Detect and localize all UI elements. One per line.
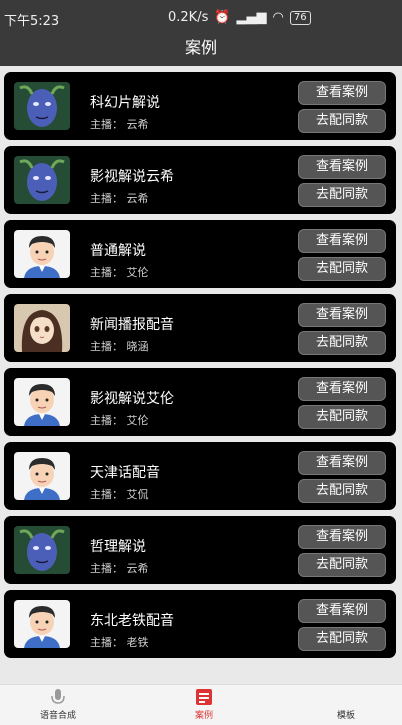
- view-case-button[interactable]: 查看案例: [298, 525, 386, 549]
- case-name: 新闻播报配音: [90, 317, 174, 333]
- tab-cases[interactable]: 案例: [154, 685, 254, 725]
- view-case-button[interactable]: 查看案例: [298, 303, 386, 327]
- view-case-button[interactable]: 查看案例: [298, 377, 386, 401]
- case-card[interactable]: 哲理解说主播： 云希 查看案例去配同款: [4, 516, 396, 584]
- view-case-button[interactable]: 查看案例: [298, 155, 386, 179]
- use-same-button[interactable]: 去配同款: [298, 627, 386, 651]
- case-card[interactable]: 普通解说主播： 艾伦 查看案例去配同款: [4, 220, 396, 288]
- case-icon: [195, 688, 213, 706]
- view-case-button[interactable]: 查看案例: [298, 229, 386, 253]
- avatar: [14, 452, 70, 500]
- wifi-icon: ◠: [272, 10, 284, 25]
- tab-label: 案例: [194, 711, 213, 721]
- view-case-button[interactable]: 查看案例: [298, 451, 386, 475]
- avatar: [14, 304, 70, 352]
- bottom-tab-bar: 语音合成 案例 模板: [0, 684, 402, 725]
- case-host: 主播： 艾伦: [90, 414, 149, 427]
- tab-label: 语音合成: [39, 711, 76, 721]
- avatar: [14, 82, 70, 130]
- tab-template[interactable]: 模板: [296, 685, 396, 725]
- case-card[interactable]: 新闻播报配音 主播： 晓涵 查看案例去配同款: [4, 294, 396, 362]
- case-host: 主播： 老铁: [90, 636, 149, 649]
- case-card[interactable]: 天津话配音主播： 艾侃 查看案例去配同款: [4, 442, 396, 510]
- case-host: 主播： 艾伦: [90, 266, 149, 279]
- case-host: 主播： 云希: [90, 118, 149, 131]
- case-list: 科幻片解说 主播： 云希 查看案例 去配同款 影视解说云希 主播： 云希 查看案例 去配同款普…: [0, 72, 402, 664]
- avatar: [14, 378, 70, 426]
- signal-icon: ▂▄▆: [236, 10, 267, 25]
- alarm-icon: ⏰: [214, 10, 231, 25]
- avatar: [14, 230, 70, 278]
- use-same-button[interactable]: 去配同款: [298, 331, 386, 355]
- view-case-button[interactable]: 查看案例: [298, 81, 386, 105]
- use-same-button[interactable]: 去配同款: [298, 183, 386, 207]
- case-name: 普通解说: [90, 243, 146, 259]
- case-name: 天津话配音: [90, 465, 160, 481]
- case-host: 主播： 艾侃: [90, 488, 149, 501]
- case-card[interactable]: 东北老铁配音 主播： 老铁 查看案例去配同款: [4, 590, 396, 658]
- battery-icon: 76: [289, 10, 311, 25]
- case-host: 主播： 云希: [90, 562, 149, 575]
- view-case-button[interactable]: 查看案例: [298, 599, 386, 623]
- case-host: 主播： 云希: [90, 192, 149, 205]
- tab-voice-synthesis[interactable]: 语音合成: [8, 685, 108, 725]
- case-name: 影视解说云希: [90, 169, 174, 185]
- status-bar: 下午5:23 0.2K/s ⏰ ▂▄▆ ◠ 76: [0, 0, 402, 34]
- case-name: 哲理解说: [90, 539, 146, 555]
- tab-label: 模板: [336, 711, 355, 721]
- use-same-button[interactable]: 去配同款: [298, 553, 386, 577]
- status-time: 下午5:23: [4, 14, 60, 29]
- use-same-button[interactable]: 去配同款: [298, 109, 386, 133]
- avatar: [14, 600, 70, 648]
- case-card[interactable]: 科幻片解说主播： 云希 查看案例去配同款: [4, 72, 396, 140]
- case-name: 东北老铁配音: [90, 613, 174, 629]
- case-card[interactable]: 影视解说艾伦 主播： 艾伦 查看案例去配同款: [4, 368, 396, 436]
- case-card[interactable]: 影视解说云希 主播： 云希 查看案例去配同款: [4, 146, 396, 214]
- avatar: [14, 526, 70, 574]
- case-name: 影视解说艾伦: [90, 391, 174, 407]
- use-same-button[interactable]: 去配同款: [298, 257, 386, 281]
- title-bar: 案例: [0, 34, 402, 66]
- avatar: [14, 156, 70, 204]
- page-title: 案例: [184, 38, 217, 57]
- use-same-button[interactable]: 去配同款: [298, 479, 386, 503]
- case-name: 科幻片解说: [90, 95, 160, 111]
- template-icon: [337, 688, 355, 706]
- network-speed: 0.2K/s: [168, 10, 209, 25]
- case-host: 主播： 晓涵: [90, 340, 149, 353]
- status-indicators: 0.2K/s ⏰ ▂▄▆ ◠ 76: [168, 10, 311, 25]
- mic-icon: [49, 688, 67, 706]
- use-same-button[interactable]: 去配同款: [298, 405, 386, 429]
